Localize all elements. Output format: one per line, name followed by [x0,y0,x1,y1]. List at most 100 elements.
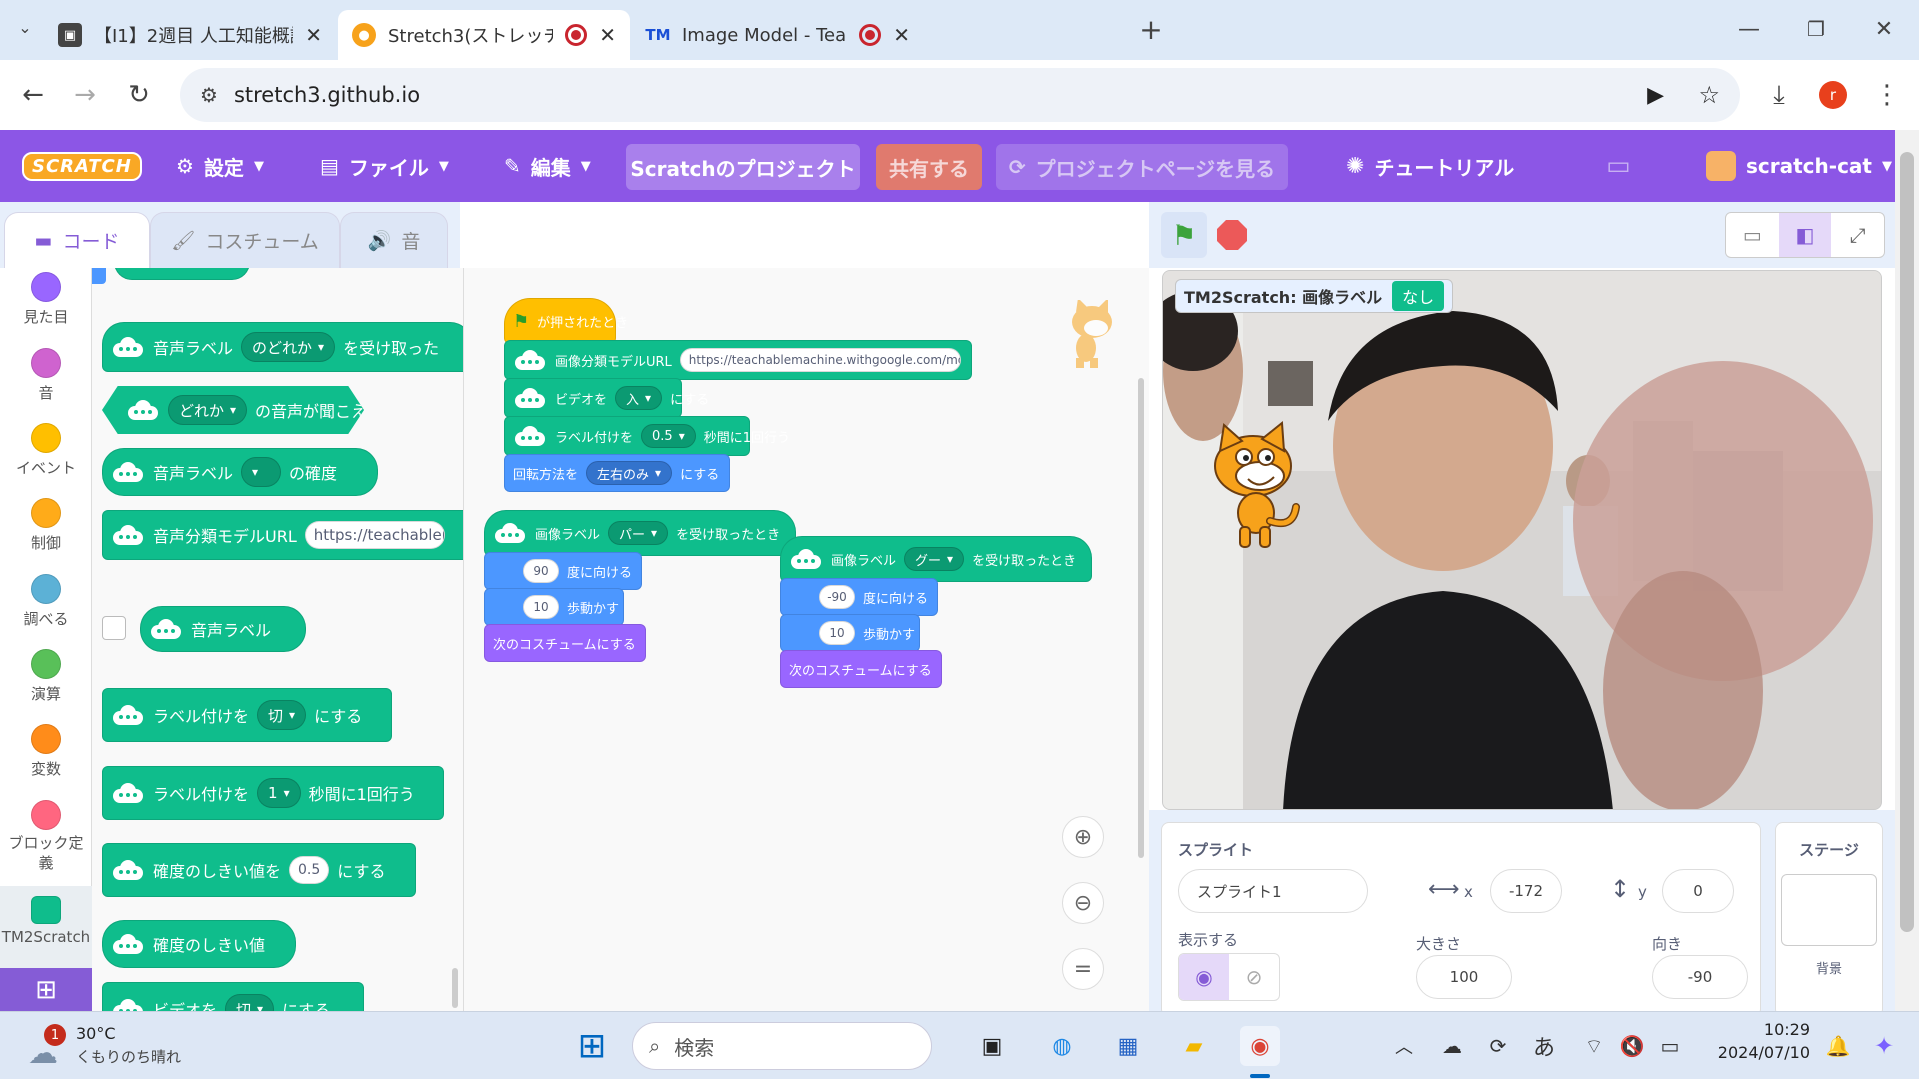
add-extension-button[interactable]: ⊞ [0,968,92,1011]
scratch-cat-sprite[interactable] [1198,421,1308,551]
tab-search-chevron-icon[interactable]: ⌄ [4,6,46,48]
site-info-icon[interactable]: ⚙ [200,83,218,107]
palette-block-labeling-interval[interactable]: ラベル付けを 1 秒間に1回行う [102,766,444,820]
image-label-monitor[interactable]: TM2Scratch: 画像ラベル なし [1175,279,1454,313]
point-in-direction-block[interactable]: 90 度に向ける [484,552,642,590]
labeling-toggle-dropdown[interactable]: 切 [257,700,307,730]
copilot-icon[interactable]: ✦ [1864,1026,1904,1066]
system-clock[interactable]: 10:29 2024/07/10 [1700,1020,1810,1062]
category-control[interactable]: 制御 [0,498,92,572]
profile-avatar[interactable]: r [1812,74,1854,116]
palette-block-partial[interactable] [114,268,250,280]
see-project-page-button[interactable]: ⟳ プロジェクトページを見る [996,144,1288,190]
category-looks[interactable]: 見た目 [0,272,92,346]
ime-mode-indicator[interactable]: あ [1524,1026,1564,1066]
close-window-icon[interactable]: ✕ [1863,8,1905,50]
labeling-interval-dropdown[interactable]: 0.5 [641,424,696,448]
when-image-label-rock-hat[interactable]: 画像ラベル グー を受け取ったとき [780,536,1092,582]
tab-sounds[interactable]: 🔊 音 [340,212,448,268]
file-explorer-icon[interactable]: ▰ [1174,1026,1214,1066]
image-model-url-input[interactable]: https://teachablemachine.withgoogle.com/… [679,348,961,372]
steps-input[interactable]: 10 [523,595,559,619]
show-eye-icon[interactable]: ◉ [1179,954,1229,1000]
next-costume-block[interactable]: 次のコスチュームにする [484,624,646,662]
tab-close-icon[interactable]: ✕ [599,23,616,47]
new-tab-button[interactable]: + [1130,8,1172,50]
windows-start-icon[interactable]: ⊞ [572,1026,612,1066]
edge-browser-icon[interactable]: ◍ [1042,1026,1082,1066]
category-sensing[interactable]: 調べる [0,574,92,648]
rotation-style-dropdown[interactable]: 左右のみ [586,461,673,485]
camera-icon[interactable]: ▶ [1647,83,1664,108]
move-steps-block[interactable]: 10 歩動かす [484,588,624,626]
show-hidden-icons-chevron-icon[interactable]: ︿ [1384,1026,1424,1066]
palette-block-sound-model-url[interactable]: 音声分類モデルURL https://teachablem [102,510,463,560]
tab-code[interactable]: ▬ コード [4,212,150,268]
set-rotation-style-block[interactable]: 回転方法を 左右のみ にする [504,454,730,492]
tutorials-button[interactable]: ✺ チュートリアル [1346,130,1514,202]
hide-eye-icon[interactable]: ⊘ [1229,954,1279,1000]
back-arrow-icon[interactable]: ← [12,74,54,116]
category-my-blocks[interactable]: ブロック定義 [0,800,92,890]
category-events[interactable]: イベント [0,423,92,497]
sprite-y-input[interactable]: 0 [1662,869,1734,913]
microsoft-store-icon[interactable]: ▦ [1108,1026,1148,1066]
zoom-in-icon[interactable]: ⊕ [1062,816,1104,858]
label-dropdown[interactable] [241,457,282,487]
palette-scrollbar[interactable] [452,968,458,1008]
image-label-dropdown[interactable]: パー [608,521,669,545]
sound-label-dropdown[interactable]: のどれか [241,332,336,362]
sprite-direction-input[interactable]: -90 [1652,955,1748,999]
chrome-browser-icon[interactable]: ◉ [1240,1026,1280,1066]
category-tm2scratch[interactable]: TM2Scratch [0,886,92,968]
download-icon[interactable]: ⤓ [1758,74,1800,116]
onedrive-icon[interactable]: ☁ [1432,1026,1472,1066]
green-flag-icon[interactable]: ⚑ [1161,212,1207,258]
account-menu[interactable]: scratch-cat ▼ [1706,130,1892,202]
page-scrollbar-thumb[interactable] [1900,152,1914,932]
video-state-dropdown[interactable]: 入 [615,386,663,410]
weather-widget[interactable]: ☁ 1 30°C くもりのち晴れ [24,1022,224,1071]
settings-menu[interactable]: ⚙ 設定 ▼ [176,130,264,202]
category-sound[interactable]: 音 [0,348,92,422]
scratch-logo[interactable]: SCRATCH [22,130,142,202]
labeling-interval-block[interactable]: ラベル付けを 0.5 秒間に1回行う [504,416,790,456]
threshold-input[interactable]: 0.5 [289,856,330,884]
task-view-icon[interactable]: ▣ [972,1026,1012,1066]
video-dropdown[interactable]: 切 [225,994,275,1011]
large-stage-icon[interactable]: ◧ [1778,213,1832,257]
edit-menu[interactable]: ✎ 編集 ▼ [504,130,591,202]
palette-block-threshold[interactable]: 確度のしきい値 [102,920,296,968]
wifi-icon[interactable]: ⌔ [1574,1026,1614,1066]
sprite-x-input[interactable]: -172 [1490,869,1562,913]
zoom-out-icon[interactable]: ⊖ [1062,882,1104,924]
category-operators[interactable]: 演算 [0,649,92,723]
sound-label-monitor-checkbox[interactable] [102,616,126,640]
page-scrollbar[interactable] [1895,130,1919,1011]
url-text[interactable]: stretch3.github.io [234,83,420,107]
sync-icon[interactable]: ⟳ [1478,1026,1518,1066]
palette-block-sound-label[interactable]: 音声ラベル [140,606,306,652]
tab-close-icon[interactable]: ✕ [305,23,322,47]
tab-costumes[interactable]: 🖌 コスチューム [150,212,340,268]
direction-input[interactable]: -90 [819,585,855,609]
reload-icon[interactable]: ↻ [118,74,160,116]
bookmark-star-icon[interactable]: ☆ [1698,81,1720,109]
restore-icon[interactable]: ❐ [1795,8,1837,50]
set-image-model-url-block[interactable]: 画像分類モデルURL https://teachablemachine.with… [504,340,972,380]
browser-tab-stretch3[interactable]: ● Stretch3(ストレッチスリー) ✕ [338,10,630,60]
share-button[interactable]: 共有する [876,144,982,190]
palette-block-sound-confidence[interactable]: 音声ラベル の確度 [102,448,378,496]
sprite-name-input[interactable]: スプライト1 [1178,869,1368,913]
image-label-dropdown[interactable]: グー [904,547,965,571]
palette-checkbox[interactable] [92,268,106,284]
next-costume-block[interactable]: 次のコスチュームにする [780,650,942,688]
steps-input[interactable]: 10 [819,621,855,645]
workspace-scrollbar[interactable] [1138,378,1144,858]
sound-dropdown[interactable]: どれか [168,395,248,425]
backdrop-thumbnail[interactable] [1781,874,1877,946]
stop-sign-icon[interactable] [1217,220,1247,250]
point-in-direction-block[interactable]: -90 度に向ける [780,578,938,616]
script-workspace[interactable]: ⚑ が押されたとき 画像分類モデルURL https://teachablema… [464,268,1149,1011]
stage-target-panel[interactable]: ステージ 背景 [1775,822,1883,1017]
